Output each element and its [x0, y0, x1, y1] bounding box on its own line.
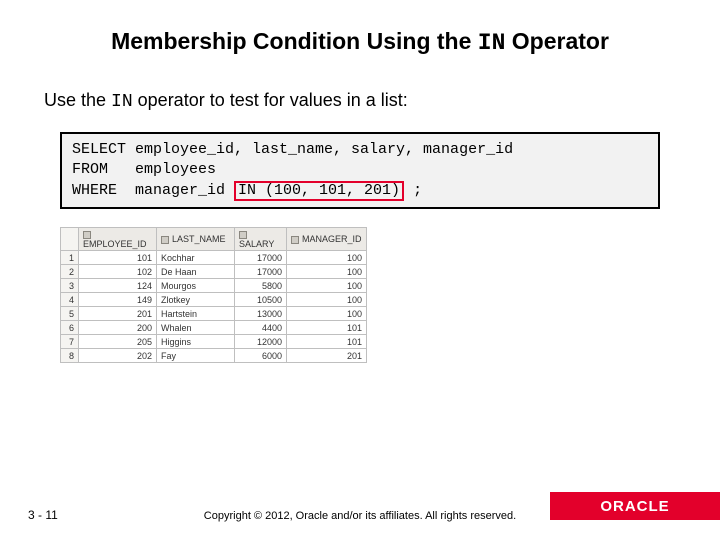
sql-line-3b: ; — [404, 182, 422, 199]
title-text-before: Membership Condition Using the — [111, 28, 478, 54]
column-icon — [239, 231, 247, 239]
table-row: 3124Mourgos5800100 — [61, 279, 367, 293]
col-label: MANAGER_ID — [302, 234, 362, 244]
column-icon — [83, 231, 91, 239]
col-label: LAST_NAME — [172, 234, 226, 244]
body-text: Use the IN operator to test for values i… — [0, 56, 720, 122]
footer: ORACLE 3 - 11 Copyright © 2012, Oracle a… — [0, 492, 720, 540]
col-last-name: LAST_NAME — [157, 228, 235, 251]
sql-line-3a: WHERE manager_id — [72, 182, 234, 199]
col-manager-id: MANAGER_ID — [287, 228, 367, 251]
table-row: 5201Hartstein13000100 — [61, 307, 367, 321]
column-icon — [291, 236, 299, 244]
col-salary: SALARY — [235, 228, 287, 251]
col-employee-id: EMPLOYEE_ID — [79, 228, 157, 251]
rownum-header — [61, 228, 79, 251]
table-row: 8202Fay6000201 — [61, 349, 367, 363]
title-code: IN — [478, 30, 506, 56]
table-header-row: EMPLOYEE_ID LAST_NAME SALARY MANAGER_ID — [61, 228, 367, 251]
sql-line-1: SELECT employee_id, last_name, salary, m… — [72, 141, 513, 158]
slide-title: Membership Condition Using the IN Operat… — [0, 0, 720, 56]
col-label: SALARY — [239, 239, 274, 249]
table-row: 7205Higgins12000101 — [61, 335, 367, 349]
sql-line-2: FROM employees — [72, 161, 216, 178]
table-row: 1101Kochhar17000100 — [61, 251, 367, 265]
table-row: 4149Zlotkey10500100 — [61, 293, 367, 307]
body-after: operator to test for values in a list: — [133, 90, 408, 110]
table-row: 6200Whalen4400101 — [61, 321, 367, 335]
sql-highlight: IN (100, 101, 201) — [234, 181, 404, 202]
sql-code-block: SELECT employee_id, last_name, salary, m… — [60, 132, 660, 209]
col-label: EMPLOYEE_ID — [83, 239, 147, 249]
result-table: EMPLOYEE_ID LAST_NAME SALARY MANAGER_ID … — [60, 227, 367, 363]
body-code: IN — [111, 92, 133, 112]
title-text-after: Operator — [505, 28, 609, 54]
body-before: Use the — [44, 90, 111, 110]
table-row: 2102De Haan17000100 — [61, 265, 367, 279]
copyright-text: Copyright © 2012, Oracle and/or its affi… — [0, 510, 720, 522]
column-icon — [161, 236, 169, 244]
